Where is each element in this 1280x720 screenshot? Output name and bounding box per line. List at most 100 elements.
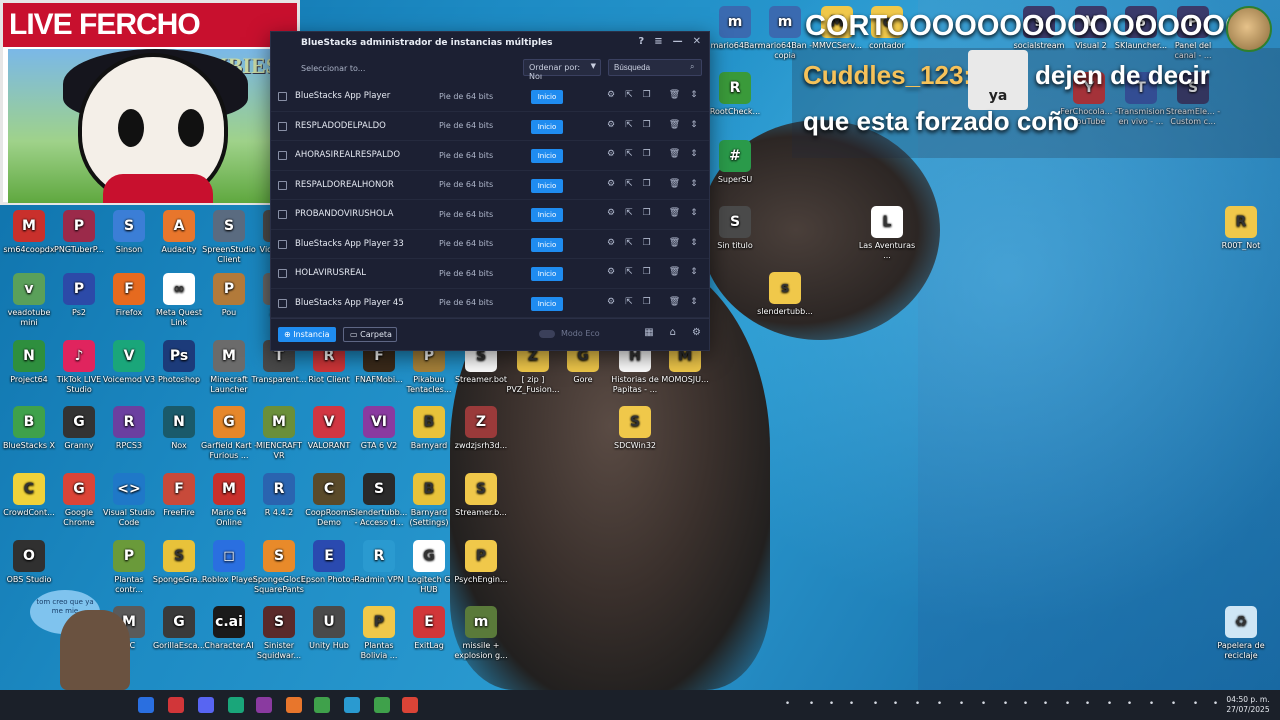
desktop-icon[interactable]: Zzwdzjsrh3d... [452, 406, 510, 451]
discord-icon[interactable] [198, 697, 214, 713]
desktop-icon[interactable]: R RootCheck... [706, 72, 764, 117]
tray-icon[interactable]: • [912, 699, 923, 710]
tray-icon[interactable]: • [1040, 699, 1051, 710]
chrome-icon[interactable] [402, 697, 418, 713]
files-icon[interactable] [286, 697, 302, 713]
shortcut-icon[interactable]: ⇱ [625, 120, 633, 130]
sort-dropdown[interactable]: Ordenar por: Noı ▼ [523, 59, 601, 81]
tray-icon[interactable]: • [1104, 699, 1115, 710]
browser-icon[interactable] [228, 697, 244, 713]
instance-row[interactable]: BlueStacks App Player Pie de 64 bits Inici… [271, 82, 709, 112]
instance-checkbox[interactable] [278, 269, 287, 278]
reorder-icon[interactable]: ⇕ [690, 179, 698, 189]
broom-icon[interactable]: ⌂ [670, 327, 676, 338]
instance-checkbox[interactable] [278, 180, 287, 190]
start-instance-button[interactable]: Inicio [531, 267, 563, 281]
reorder-icon[interactable]: ⇕ [690, 149, 698, 159]
clone-icon[interactable]: ❐ [643, 149, 651, 159]
eco-mode-toggle[interactable]: Modo Eco [539, 329, 600, 338]
tray-icon[interactable]: • [1062, 699, 1073, 710]
start-instance-button[interactable]: Inicio [531, 208, 563, 222]
desktop-icon[interactable]: # SuperSU [706, 140, 764, 185]
delete-icon[interactable]: 🗑 [669, 90, 680, 100]
reorder-icon[interactable]: ⇕ [690, 120, 698, 130]
tray-icon[interactable]: • [1210, 699, 1221, 710]
new-instance-button[interactable]: ⊕ Instancia [278, 327, 336, 342]
tray-icon[interactable]: • [1000, 699, 1011, 710]
shortcut-icon[interactable]: ⇱ [625, 179, 633, 189]
minimize-icon[interactable]: — [673, 36, 683, 47]
desktop-icon[interactable]: P PsychEngin... [452, 540, 510, 585]
toggle-switch[interactable] [539, 329, 555, 338]
tray-icon[interactable]: • [870, 699, 881, 710]
shortcut-icon[interactable]: ⇱ [625, 208, 633, 218]
start-instance-button[interactable]: Inicio [531, 90, 563, 104]
desktop-icon[interactable]: L Las Aventuras ... [858, 206, 916, 261]
widgets-icon[interactable] [138, 697, 154, 713]
tray-icon[interactable]: • [1020, 699, 1031, 710]
help-icon[interactable]: ? [638, 36, 644, 47]
start-instance-button[interactable]: Inicio [531, 296, 563, 311]
grid-icon[interactable]: ▦ [644, 327, 653, 338]
clone-icon[interactable]: ❐ [643, 90, 651, 100]
desktop-icon[interactable]: S SDCWin32 [606, 406, 664, 451]
instance-checkbox[interactable] [278, 239, 287, 249]
shortcut-icon[interactable]: ⇱ [625, 267, 633, 277]
delete-icon[interactable]: 🗑 [669, 120, 680, 130]
desktop-icon[interactable]: S Streamer.b... [452, 473, 510, 518]
tray-icon[interactable]: • [934, 699, 945, 710]
clone-icon[interactable]: ❐ [643, 267, 651, 277]
instance-row[interactable]: RESPALDOREALHONOR Pie de 64 bits Inicio ⚙ ⇱ ❐… [271, 171, 709, 200]
settings-icon[interactable]: ⚙ [607, 297, 615, 307]
settings-icon[interactable]: ⚙ [692, 327, 701, 338]
desktop-icon[interactable]: B Barnyard (Settings) [400, 473, 458, 528]
delete-icon[interactable]: 🗑 [669, 179, 680, 189]
menu-icon[interactable]: ≡ [654, 36, 662, 47]
instance-row[interactable]: PROBANDOVIRUSHOLA Pie de 64 bits Inicio ⚙ ⇱ ❐… [271, 200, 709, 230]
tray-icon[interactable]: • [826, 699, 837, 710]
settings-icon[interactable]: ⚙ [607, 90, 615, 100]
desktop-icon[interactable]: G Logitech G HUB [400, 540, 458, 595]
close-icon[interactable]: ✕ [693, 36, 701, 47]
clock[interactable]: 04:50 p. m. 27/07/2025 [1222, 695, 1274, 715]
reorder-icon[interactable]: ⇕ [690, 297, 698, 307]
settings-icon[interactable]: ⚙ [607, 208, 615, 218]
clone-icon[interactable]: ❐ [643, 297, 651, 307]
delete-icon[interactable]: 🗑 [669, 238, 680, 248]
select-all-label[interactable]: Seleccionar to... [301, 64, 365, 73]
start-instance-button[interactable]: Inicio [531, 237, 563, 252]
instance-row[interactable]: HOLAVIRUSREAL Pie de 64 bits Inicio ⚙ ⇱ ❐ 🗑 ⇕ [271, 259, 709, 289]
instance-row[interactable]: BlueStacks App Player 33 Pie de 64 bits In… [271, 230, 709, 259]
reorder-icon[interactable]: ⇕ [690, 208, 698, 218]
instance-row[interactable]: AHORASIREALRESPALDO Pie de 64 bits Inicio ⚙… [271, 141, 709, 171]
settings-icon[interactable]: ⚙ [607, 179, 615, 189]
start-instance-button[interactable]: Inicio [531, 119, 563, 134]
desktop-icon[interactable]: m missile + explosion g... [452, 606, 510, 661]
youtube-icon[interactable] [168, 697, 184, 713]
instance-checkbox[interactable] [278, 210, 287, 219]
folder-button[interactable]: ▭ Carpeta [343, 327, 397, 342]
game-icon[interactable] [314, 697, 330, 713]
desktop-icon[interactable]: s slendertubb... [756, 272, 814, 317]
reorder-icon[interactable]: ⇕ [690, 238, 698, 248]
settings-icon[interactable]: ⚙ [607, 267, 615, 277]
instance-checkbox[interactable] [278, 151, 287, 160]
settings-icon[interactable]: ⚙ [607, 120, 615, 130]
tray-icon[interactable]: • [1168, 699, 1179, 710]
shortcut-icon[interactable]: ⇱ [625, 297, 633, 307]
instance-row[interactable]: RESPLADODELPALDO Pie de 64 bits Inicio ⚙ ⇱ ❐ 🗑… [271, 112, 709, 141]
tray-icon[interactable]: • [782, 699, 793, 710]
desktop-icon[interactable]: B Barnyard [400, 406, 458, 451]
shortcut-icon[interactable]: ⇱ [625, 238, 633, 248]
start-instance-button[interactable]: Inicio [531, 149, 563, 163]
tray-icon[interactable]: • [890, 699, 901, 710]
tray-icon[interactable]: • [956, 699, 967, 710]
reorder-icon[interactable]: ⇕ [690, 90, 698, 100]
clone-icon[interactable]: ❐ [643, 179, 651, 189]
delete-icon[interactable]: 🗑 [669, 267, 680, 277]
tray-icon[interactable]: • [1124, 699, 1135, 710]
delete-icon[interactable]: 🗑 [669, 297, 680, 307]
tray-icon[interactable]: • [846, 699, 857, 710]
start-instance-button[interactable]: Inicio [531, 178, 563, 193]
settings-icon[interactable]: ⚙ [607, 149, 615, 159]
